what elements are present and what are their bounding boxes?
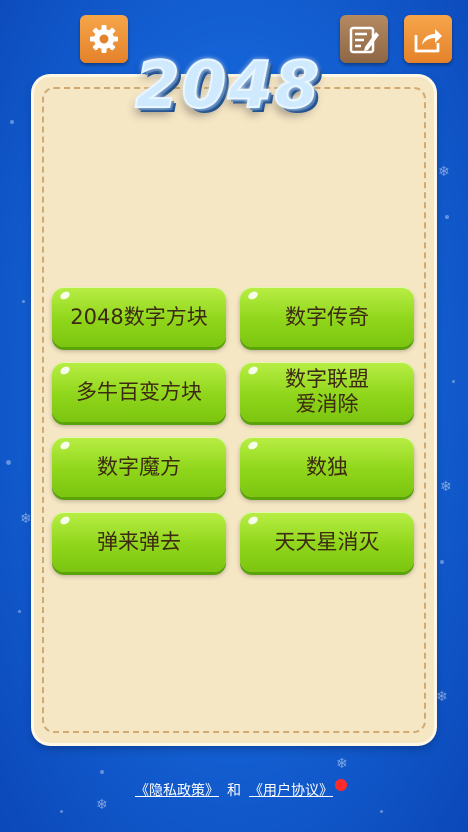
notification-dot — [335, 779, 347, 791]
game-button-label: 弹来弹去 — [97, 529, 181, 554]
button-shine — [246, 439, 260, 452]
snowflake-icon: ❄ — [440, 479, 452, 495]
snow-dot — [10, 120, 14, 124]
game-button-2048[interactable]: 2048数字方块 — [52, 287, 226, 347]
button-shine — [58, 289, 72, 302]
snowflake-icon: ❄ — [96, 797, 108, 813]
legal-footer: 《隐私政策》和《用户协议》 — [0, 780, 468, 800]
snow-dot — [18, 610, 21, 613]
snow-dot — [60, 810, 63, 813]
notes-button[interactable] — [340, 15, 388, 63]
share-icon — [414, 29, 442, 53]
button-shine — [246, 364, 260, 377]
share-button[interactable] — [404, 15, 452, 63]
game-button-star[interactable]: 天天星消灭 — [240, 512, 414, 572]
snow-dot — [440, 560, 444, 564]
edit-note-icon — [349, 26, 379, 54]
game-button-bounce[interactable]: 弹来弹去 — [52, 512, 226, 572]
game-button-label: 天天星消灭 — [274, 529, 380, 554]
app-screen: ❄ ❄ ❄ ❄ ❄ ❄ 2048 2048数字方块 数字传奇 多牛百变方块 数字… — [0, 0, 468, 832]
game-button-cube[interactable]: 数字魔方 — [52, 437, 226, 497]
button-shine — [246, 514, 260, 527]
game-button-sudoku[interactable]: 数独 — [240, 437, 414, 497]
snowflake-icon: ❄ — [336, 756, 348, 772]
game-grid: 2048数字方块 数字传奇 多牛百变方块 数字联盟 爱消除 数字魔方 数独 弹来… — [52, 287, 414, 572]
snowflake-icon: ❄ — [20, 511, 32, 527]
game-button-legend[interactable]: 数字传奇 — [240, 287, 414, 347]
button-shine — [58, 439, 72, 452]
button-shine — [246, 289, 260, 302]
snow-dot — [22, 300, 25, 303]
button-shine — [58, 364, 72, 377]
logo-text: 2048 — [134, 48, 322, 124]
game-button-label: 多牛百变方块 — [76, 379, 202, 404]
game-button-label: 数字魔方 — [97, 454, 181, 479]
snow-dot — [100, 770, 104, 774]
privacy-policy-link[interactable]: 《隐私政策》 — [135, 783, 219, 799]
snowflake-icon: ❄ — [436, 689, 448, 705]
button-shine — [58, 514, 72, 527]
snow-dot — [6, 460, 11, 465]
game-button-label: 数字传奇 — [285, 304, 369, 329]
game-button-label: 数独 — [306, 454, 348, 479]
gear-icon — [90, 25, 118, 53]
snow-dot — [380, 810, 383, 813]
snowflake-icon: ❄ — [438, 164, 450, 180]
snow-dot — [452, 380, 455, 383]
app-logo: 2048 — [118, 38, 338, 134]
game-button-label: 2048数字方块 — [70, 304, 208, 329]
user-agreement-link[interactable]: 《用户协议》 — [249, 783, 333, 799]
footer-and-text: 和 — [227, 783, 241, 799]
game-button-blocks[interactable]: 多牛百变方块 — [52, 362, 226, 422]
snow-dot — [445, 215, 449, 219]
game-button-alliance[interactable]: 数字联盟 爱消除 — [240, 362, 414, 422]
game-button-label: 数字联盟 爱消除 — [285, 367, 369, 416]
